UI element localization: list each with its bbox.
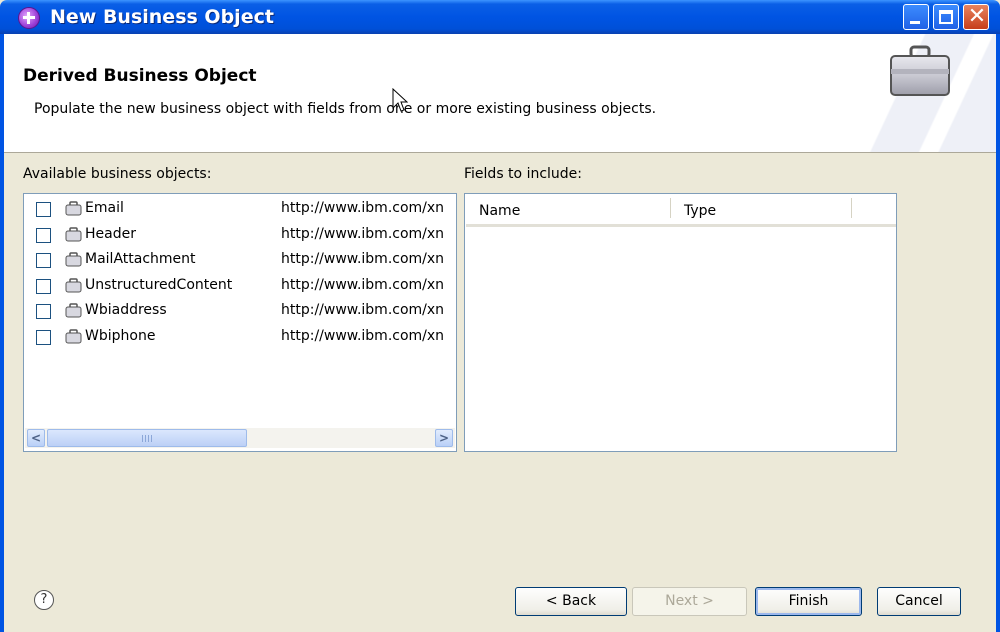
object-namespace: http://www.ibm.com/xn	[281, 328, 445, 344]
help-icon[interactable]: ?	[34, 590, 54, 610]
object-namespace: http://www.ibm.com/xn	[281, 200, 445, 216]
select-checkbox[interactable]	[36, 279, 51, 294]
object-namespace: http://www.ibm.com/xn	[281, 277, 445, 293]
select-checkbox[interactable]	[36, 228, 51, 243]
horizontal-scrollbar[interactable]: < >	[25, 428, 455, 448]
business-object-icon	[65, 278, 82, 293]
list-item[interactable]: Header http://www.ibm.com/xn	[24, 223, 456, 248]
close-button[interactable]: ✕	[963, 4, 989, 30]
object-name: Email	[85, 200, 124, 216]
maximize-icon	[939, 10, 953, 24]
object-name: Wbiaddress	[85, 302, 167, 318]
maximize-button[interactable]	[933, 4, 959, 30]
list-item[interactable]: MailAttachment http://www.ibm.com/xn	[24, 248, 456, 273]
list-item[interactable]: Wbiphone http://www.ibm.com/xn	[24, 325, 456, 350]
mouse-cursor-icon	[392, 88, 408, 112]
briefcase-icon	[890, 45, 950, 96]
business-object-icon	[65, 329, 82, 344]
scrollbar-thumb[interactable]	[47, 429, 247, 447]
business-object-icon	[65, 252, 82, 267]
business-object-icon	[65, 227, 82, 242]
object-name: Header	[85, 226, 136, 242]
close-icon: ✕	[967, 4, 987, 29]
available-objects-label: Available business objects:	[23, 166, 212, 182]
scroll-left-button[interactable]: <	[27, 429, 45, 447]
back-button[interactable]: < Back	[515, 587, 627, 616]
business-object-icon	[65, 201, 82, 216]
column-name-label: Name	[479, 203, 521, 219]
page-description: Populate the new business object with fi…	[34, 101, 657, 117]
column-header-type[interactable]: Type	[671, 198, 851, 227]
column-type-label: Type	[684, 203, 717, 219]
select-checkbox[interactable]	[36, 330, 51, 345]
fields-to-include-label: Fields to include:	[464, 166, 583, 182]
minimize-button[interactable]	[903, 4, 929, 30]
window-border-right	[996, 34, 1000, 632]
select-checkbox[interactable]	[36, 304, 51, 319]
business-object-icon	[65, 303, 82, 318]
object-namespace: http://www.ibm.com/xn	[281, 251, 445, 267]
object-namespace: http://www.ibm.com/xn	[281, 226, 445, 242]
app-icon	[18, 7, 40, 29]
list-item[interactable]: Email http://www.ibm.com/xn	[24, 197, 456, 222]
fields-table[interactable]: Name Type	[464, 193, 897, 452]
object-name: Wbiphone	[85, 328, 156, 344]
next-button[interactable]: Next >	[632, 587, 747, 616]
column-header-name[interactable]: Name	[466, 198, 671, 227]
grip-icon	[142, 435, 152, 442]
object-name: MailAttachment	[85, 251, 196, 267]
wizard-header-banner: Derived Business Object Populate the new…	[4, 34, 996, 153]
column-header-filler	[851, 198, 896, 227]
available-objects-list[interactable]: Email http://www.ibm.com/xn Header http:…	[23, 193, 457, 452]
object-namespace: http://www.ibm.com/xn	[281, 302, 445, 318]
finish-button[interactable]: Finish	[755, 587, 862, 616]
cancel-button[interactable]: Cancel	[877, 587, 961, 616]
new-business-object-dialog: New Business Object ✕ Derived Business O…	[0, 0, 1000, 632]
list-item[interactable]: Wbiaddress http://www.ibm.com/xn	[24, 299, 456, 324]
scroll-right-button[interactable]: >	[435, 429, 453, 447]
page-title: Derived Business Object	[23, 66, 257, 86]
minimize-icon	[910, 21, 920, 24]
select-checkbox[interactable]	[36, 202, 51, 217]
title-bar[interactable]: New Business Object ✕	[0, 0, 1000, 34]
list-item[interactable]: UnstructuredContent http://www.ibm.com/x…	[24, 274, 456, 299]
window-title: New Business Object	[50, 6, 274, 28]
object-name: UnstructuredContent	[85, 277, 233, 293]
select-checkbox[interactable]	[36, 253, 51, 268]
